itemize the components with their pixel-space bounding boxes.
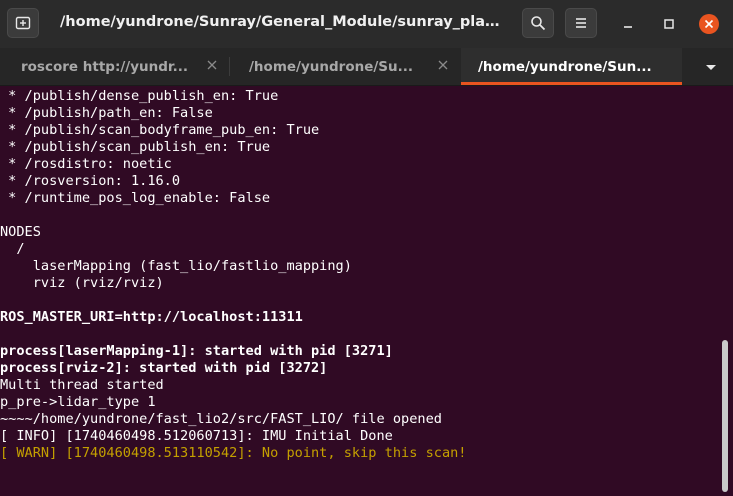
terminal-line: / — [0, 241, 25, 257]
terminal-output[interactable]: * /publish/dense_publish_en: True * /pub… — [0, 86, 722, 496]
terminal-line: Multi thread started — [0, 377, 164, 393]
terminal-line: * /publish/dense_publish_en: True — [0, 88, 279, 104]
terminal-line: NODES — [0, 224, 41, 240]
terminal-line: process[laserMapping-1]: started with pi… — [0, 343, 393, 359]
menu-button[interactable] — [565, 8, 597, 38]
title-bar: /home/yundrone/Sunray/General_Module/sun… — [0, 0, 733, 49]
maximize-icon — [664, 19, 674, 29]
terminal-line: * /rosversion: 1.16.0 — [0, 173, 181, 189]
tabs-dropdown-button[interactable] — [700, 60, 722, 74]
terminal-line: ROS_MASTER_URI=http://localhost:11311 — [0, 309, 303, 325]
terminal-line: ~~~~/home/yundrone/fast_lio2/src/FAST_LI… — [0, 411, 442, 427]
terminal-line: laserMapping (fast_lio/fastlio_mapping) — [0, 258, 352, 274]
hamburger-menu-icon — [576, 18, 586, 28]
tab-label: /home/yundrone/Su... — [249, 58, 414, 75]
tab-close-icon[interactable] — [205, 58, 219, 72]
new-tab-button[interactable] — [7, 8, 39, 38]
close-icon — [699, 14, 719, 34]
minimize-icon — [624, 26, 632, 28]
tab-label: /home/yundrone/Sun... — [478, 58, 652, 75]
chevron-down-icon — [706, 65, 716, 70]
tab-home-2[interactable]: /home/yundrone/Su... — [230, 48, 460, 85]
terminal-line: rviz (rviz/rviz) — [0, 275, 164, 291]
terminal-line: * /runtime_pos_log_enable: False — [0, 190, 271, 206]
new-tab-icon — [15, 16, 31, 30]
tab-close-icon[interactable] — [436, 58, 450, 72]
terminal-line: p_pre->lidar_type 1 — [0, 394, 156, 410]
tab-label: roscore http://yundr... — [21, 58, 189, 75]
terminal-line: process[rviz-2]: started with pid [3272] — [0, 360, 328, 376]
search-icon — [531, 16, 546, 31]
maximize-button[interactable] — [658, 13, 680, 35]
window-title: /home/yundrone/Sunray/General_Module/sun… — [60, 14, 508, 30]
terminal-line: * /rosdistro: noetic — [0, 156, 172, 172]
close-window-button[interactable] — [698, 13, 720, 35]
tab-bar: roscore http://yundr... /home/yundrone/S… — [0, 48, 733, 86]
terminal-line: * /publish/scan_publish_en: True — [0, 139, 271, 155]
terminal-line: [ INFO] [1740460498.512060713]: IMU Init… — [0, 428, 393, 444]
tab-roscore[interactable]: roscore http://yundr... — [0, 48, 229, 85]
terminal-warn-line: [ WARN] [1740460498.513110542]: No point… — [0, 445, 467, 461]
minimize-button[interactable] — [617, 13, 639, 35]
search-button[interactable] — [522, 8, 554, 38]
terminal-scrollbar[interactable] — [722, 340, 728, 492]
terminal-line: * /publish/scan_bodyframe_pub_en: True — [0, 122, 320, 138]
tab-home-active[interactable]: /home/yundrone/Sun... — [461, 48, 682, 85]
terminal-line: * /publish/path_en: False — [0, 105, 213, 121]
